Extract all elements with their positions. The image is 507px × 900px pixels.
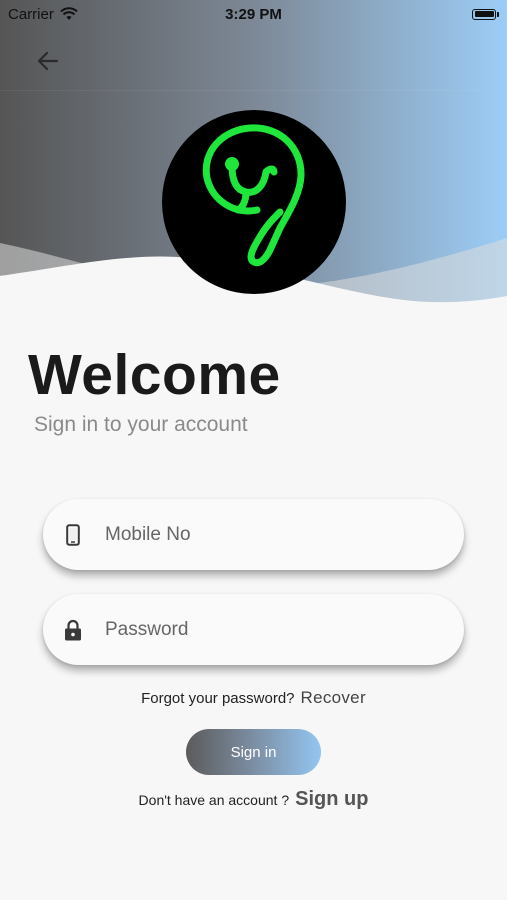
page-title: Welcome bbox=[28, 343, 281, 407]
stethoscope-9-logo-icon bbox=[202, 124, 305, 267]
sign-up-link[interactable]: Sign up bbox=[295, 788, 368, 810]
phone-icon bbox=[62, 523, 84, 546]
back-button[interactable] bbox=[30, 46, 66, 76]
password-input[interactable] bbox=[105, 618, 405, 641]
mobile-field[interactable] bbox=[43, 499, 464, 570]
mobile-input[interactable] bbox=[105, 523, 405, 546]
app-bar bbox=[0, 28, 480, 91]
password-field[interactable] bbox=[43, 594, 464, 665]
status-bar: Carrier 3:29 PM bbox=[0, 0, 507, 28]
sign-up-row: Don't have an account ? Sign up bbox=[0, 788, 507, 811]
page-subtitle: Sign in to your account bbox=[34, 413, 248, 436]
app-logo bbox=[162, 110, 346, 294]
forgot-password-prompt: Forgot your password? bbox=[141, 690, 295, 707]
recover-link[interactable]: Recover bbox=[301, 688, 366, 707]
sign-up-prompt: Don't have an account ? bbox=[138, 792, 290, 808]
lock-icon bbox=[62, 619, 84, 641]
arrow-left-icon bbox=[37, 51, 59, 71]
status-time: 3:29 PM bbox=[225, 5, 282, 23]
forgot-password-row: Forgot your password? Recover bbox=[0, 688, 507, 708]
sign-in-button[interactable]: Sign in bbox=[186, 729, 321, 775]
